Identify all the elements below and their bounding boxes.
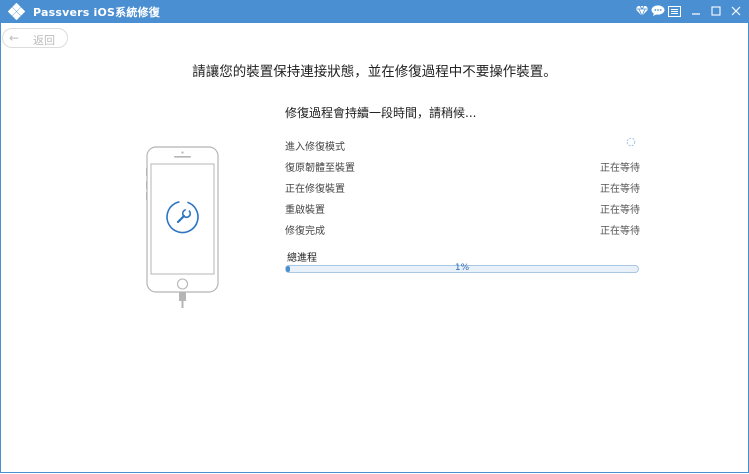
loading-spinner-icon xyxy=(626,137,636,147)
instruction-headline: 請讓您的裝置保持連接狀態，並在修復過程中不要操作裝置。 xyxy=(192,64,557,80)
step-status: 正在等待 xyxy=(600,205,640,216)
title-bar: Passvers iOS系統修復 xyxy=(0,0,749,23)
step-label: 復原韌體至裝置 xyxy=(285,163,355,174)
step-restart-device: 重啟裝置 正在等待 xyxy=(285,201,640,217)
step-repairing-device: 正在修復裝置 正在等待 xyxy=(285,180,640,196)
step-repair-complete: 修復完成 正在等待 xyxy=(285,222,640,238)
progress-percent: 1% xyxy=(454,263,470,273)
close-icon[interactable] xyxy=(728,3,744,19)
app-title: Passvers iOS系統修復 xyxy=(33,6,160,19)
step-status: 正在等待 xyxy=(600,226,640,237)
maximize-icon[interactable] xyxy=(708,3,724,19)
back-button[interactable]: ← 返回 xyxy=(2,28,68,48)
step-label: 重啟裝置 xyxy=(285,205,325,216)
step-label: 進入修復模式 xyxy=(285,142,345,153)
step-restore-firmware: 復原韌體至裝置 正在等待 xyxy=(285,159,640,175)
step-enter-recovery-mode: 進入修復模式 xyxy=(285,137,640,154)
diamond-icon[interactable] xyxy=(634,3,650,19)
chat-icon[interactable] xyxy=(650,3,666,19)
minimize-icon[interactable] xyxy=(688,3,704,19)
step-status: 正在等待 xyxy=(600,163,640,174)
back-button-label: 返回 xyxy=(33,34,55,47)
menu-icon[interactable] xyxy=(666,3,682,19)
app-logo-icon xyxy=(8,3,25,20)
window-frame xyxy=(0,23,749,473)
step-label: 修復完成 xyxy=(285,226,325,237)
step-status: 正在等待 xyxy=(600,184,640,195)
progress-subhead: 修復過程會持續一段時間，請稍候... xyxy=(285,106,477,120)
total-progress-label: 總進程 xyxy=(287,253,317,264)
back-arrow-icon: ← xyxy=(9,31,20,45)
total-progress-bar: 1% xyxy=(285,263,639,273)
step-label: 正在修復裝置 xyxy=(285,184,345,195)
phone-illustration xyxy=(146,146,219,308)
